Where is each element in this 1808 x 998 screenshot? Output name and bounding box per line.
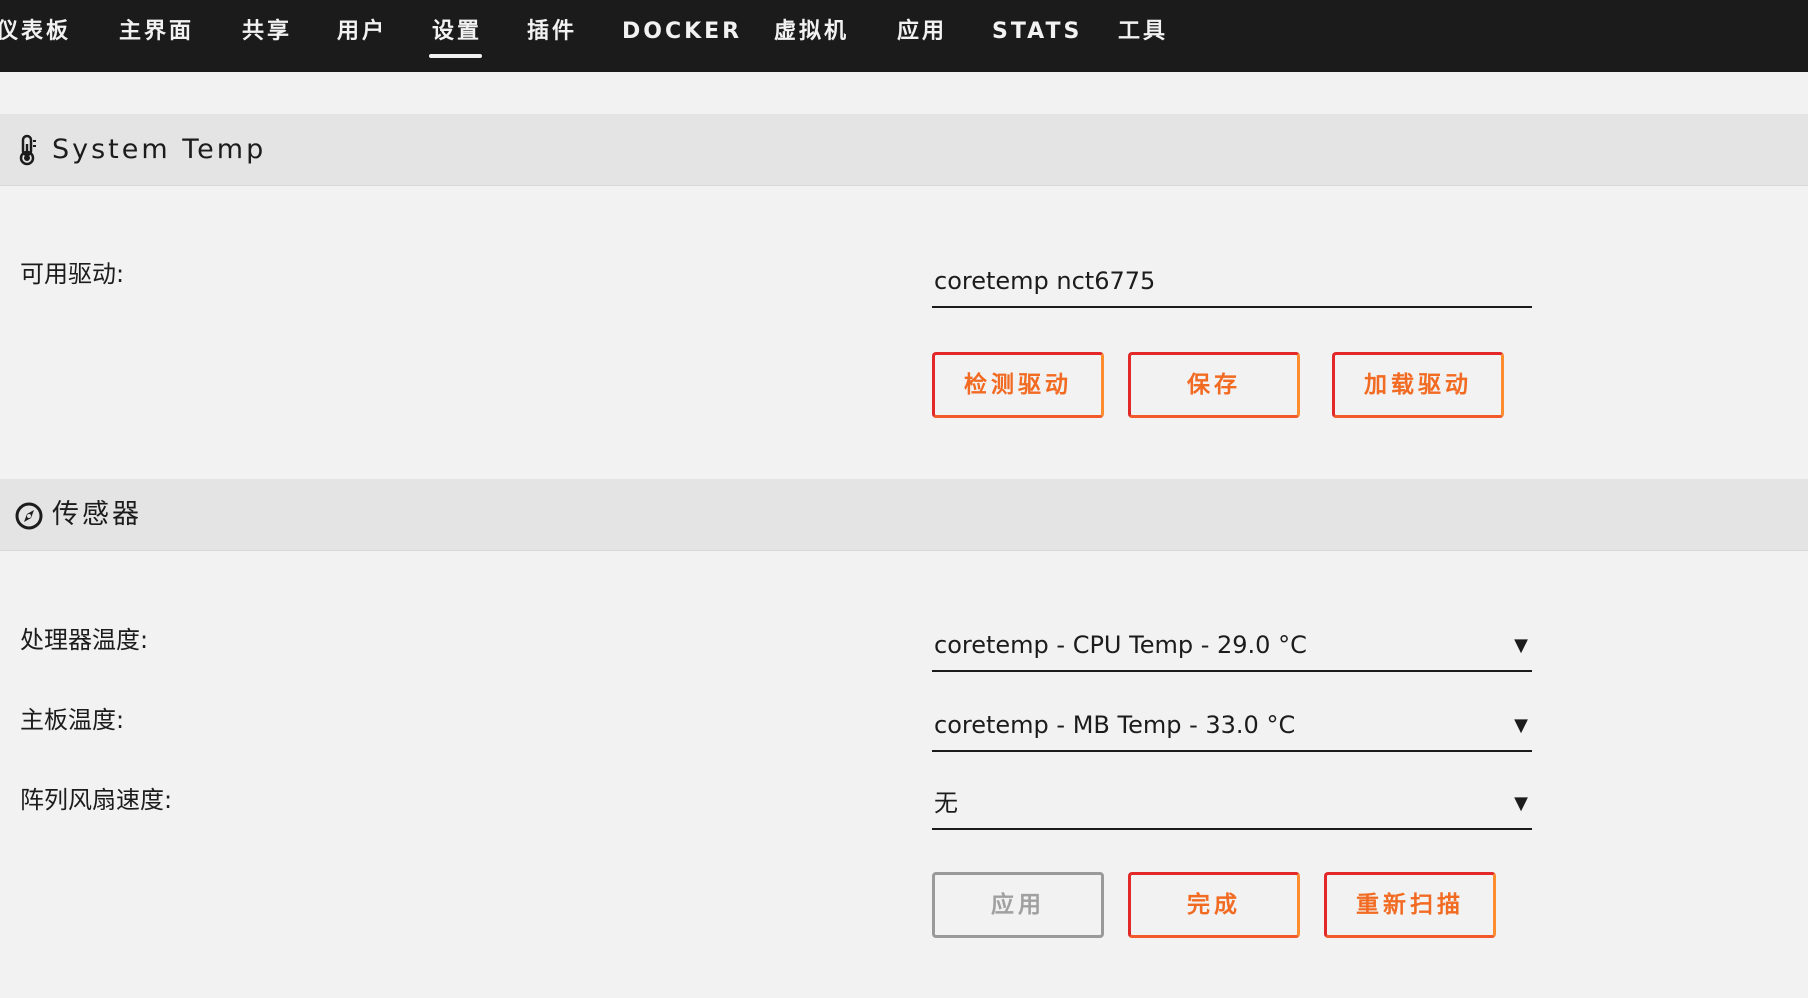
nav-item-docker[interactable]: DOCKER <box>622 14 742 54</box>
drivers-field[interactable]: coretemp nct6775 <box>932 260 1532 308</box>
drivers-value: coretemp nct6775 <box>934 267 1156 295</box>
nav-item-settings[interactable]: 设置 <box>428 14 483 58</box>
system-temp-title: System Temp <box>52 134 267 165</box>
cpu-temp-value: coretemp - CPU Temp - 29.0 °C <box>934 631 1307 659</box>
chevron-down-icon: ▼ <box>1514 635 1528 656</box>
system-temp-header: System Temp <box>0 114 1808 186</box>
save-button[interactable]: 保存 <box>1128 352 1300 418</box>
thermometer-icon <box>14 133 46 167</box>
drivers-label: 可用驱动: <box>20 260 125 288</box>
nav-item-stats[interactable]: STATS <box>992 14 1082 54</box>
mb-temp-select[interactable]: coretemp - MB Temp - 33.0 °C ▼ <box>932 704 1532 752</box>
mb-temp-value: coretemp - MB Temp - 33.0 °C <box>934 711 1296 739</box>
nav-item-tools[interactable]: 工具 <box>1118 14 1168 54</box>
sensors-header: 传感器 <box>0 479 1808 551</box>
nav-item-main[interactable]: 主界面 <box>119 14 194 54</box>
settings-page: 仪表板 主界面 共享 用户 设置 插件 DOCKER 虚拟机 应用 STATS … <box>0 0 1808 998</box>
cpu-temp-select[interactable]: coretemp - CPU Temp - 29.0 °C ▼ <box>932 624 1532 672</box>
nav-item-vms[interactable]: 虚拟机 <box>774 14 849 54</box>
nav-item-dashboard[interactable]: 仪表板 <box>0 14 71 54</box>
apply-button[interactable]: 应用 <box>932 872 1104 938</box>
cpu-temp-label: 处理器温度: <box>20 626 149 654</box>
rescan-button[interactable]: 重新扫描 <box>1324 872 1496 938</box>
load-drivers-button[interactable]: 加载驱动 <box>1332 352 1504 418</box>
nav-item-shares[interactable]: 共享 <box>242 14 292 54</box>
chevron-down-icon: ▼ <box>1514 715 1528 736</box>
nav-item-apps[interactable]: 应用 <box>897 14 947 54</box>
fan-speed-label: 阵列风扇速度: <box>20 786 173 814</box>
done-button[interactable]: 完成 <box>1128 872 1300 938</box>
fan-speed-value: 无 <box>934 789 958 817</box>
nav-item-plugins[interactable]: 插件 <box>527 14 577 54</box>
nav-item-users[interactable]: 用户 <box>337 14 387 54</box>
compass-icon <box>14 498 46 532</box>
mb-temp-label: 主板温度: <box>20 706 125 734</box>
detect-drivers-button[interactable]: 检测驱动 <box>932 352 1104 418</box>
top-nav: 仪表板 主界面 共享 用户 设置 插件 DOCKER 虚拟机 应用 STATS … <box>0 0 1808 72</box>
chevron-down-icon: ▼ <box>1514 793 1528 814</box>
sensors-title: 传感器 <box>52 499 142 530</box>
fan-speed-select[interactable]: 无 ▼ <box>932 782 1532 830</box>
